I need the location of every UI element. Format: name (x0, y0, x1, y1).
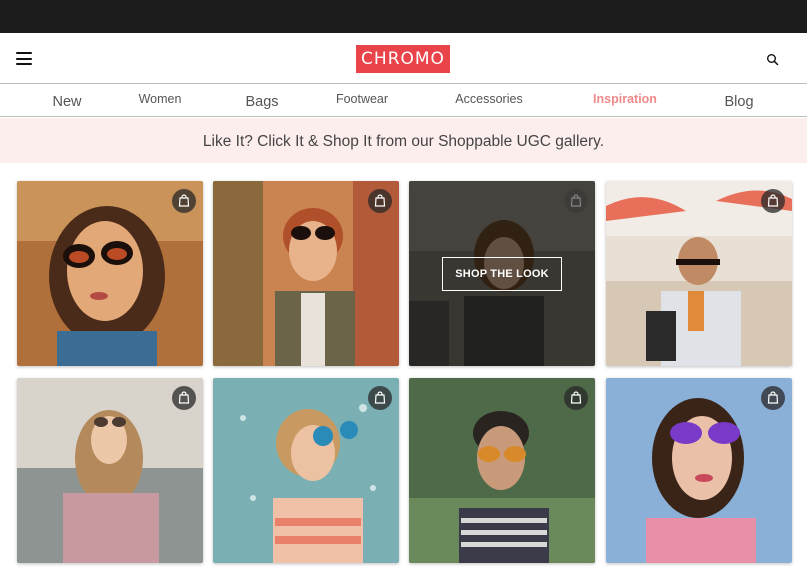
main-nav: New Women Bags Footwear Accessories Insp… (0, 85, 807, 117)
gallery-tile[interactable] (17, 181, 203, 366)
shopping-bag-icon[interactable] (761, 189, 785, 213)
gallery-tile[interactable] (213, 378, 399, 563)
gallery-tile[interactable] (17, 378, 203, 563)
gallery-tile[interactable] (213, 181, 399, 366)
shopping-bag-icon[interactable] (368, 189, 392, 213)
shopping-bag-icon[interactable] (761, 386, 785, 410)
gallery-tile[interactable] (409, 378, 595, 563)
search-icon[interactable] (766, 53, 780, 67)
gallery-tile[interactable] (606, 181, 792, 366)
nav-item-footwear[interactable]: Footwear (336, 83, 388, 115)
hamburger-menu-icon[interactable] (16, 52, 32, 65)
gallery-tile[interactable]: SHOP THE LOOK (409, 181, 595, 366)
shopping-bag-icon[interactable] (368, 386, 392, 410)
shopping-bag-icon[interactable] (564, 189, 588, 213)
nav-item-accessories[interactable]: Accessories (455, 83, 522, 115)
gallery-tile[interactable] (606, 378, 792, 563)
banner-text: Like It? Click It & Shop It from our Sho… (202, 133, 605, 150)
nav-item-inspiration[interactable]: Inspiration (593, 83, 657, 115)
nav-item-bags[interactable]: Bags (245, 86, 278, 118)
promo-banner: Like It? Click It & Shop It from our Sho… (0, 118, 807, 163)
shopping-bag-icon[interactable] (172, 386, 196, 410)
shop-the-look-button[interactable]: SHOP THE LOOK (442, 257, 562, 291)
ugc-gallery-grid: SHOP THE LOOK (0, 163, 807, 575)
nav-item-women[interactable]: Women (139, 83, 182, 115)
shopping-bag-icon[interactable] (564, 386, 588, 410)
nav-item-blog[interactable]: Blog (724, 86, 753, 118)
nav-item-new[interactable]: New (52, 86, 81, 118)
browser-top-bar (0, 0, 807, 33)
shopping-bag-icon[interactable] (172, 189, 196, 213)
site-logo[interactable]: CHROMO (356, 45, 450, 73)
site-header: CHROMO (0, 33, 807, 84)
